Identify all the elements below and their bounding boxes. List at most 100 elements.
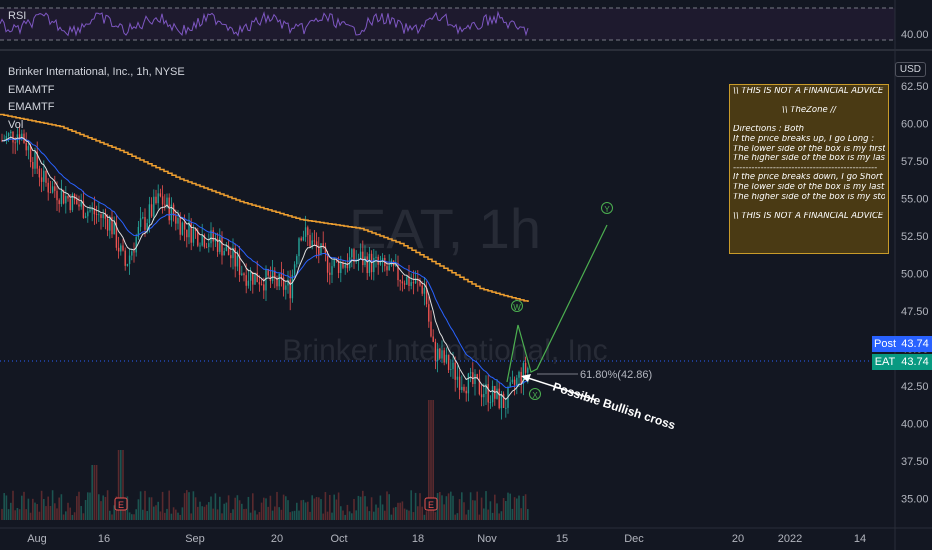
candle-body <box>291 274 294 299</box>
candle-body <box>113 222 115 235</box>
candle-body <box>49 192 52 194</box>
note-line <box>733 116 885 126</box>
indicator-volume[interactable]: Vol <box>8 119 23 131</box>
volume-bar <box>476 491 478 520</box>
chart-canvas[interactable]: EAT, 1h Brinker International, Inc 61.80… <box>0 0 932 550</box>
volume-bar <box>491 512 494 520</box>
volume-bar <box>84 499 87 520</box>
volume-bar <box>289 512 291 520</box>
candle-body <box>249 271 252 281</box>
candle-body <box>469 372 472 374</box>
price-axis[interactable]: 62.5060.0057.5055.0052.5050.0047.5045.00… <box>901 81 929 506</box>
volume-bar <box>522 495 525 520</box>
volume-bar <box>109 510 111 520</box>
note-line: \\ THIS IS NOT A FINANCIAL ADVICE // <box>733 211 885 221</box>
volume-bar <box>302 499 305 520</box>
trade-note[interactable]: \\ THIS IS NOT A FINANCIAL ADVICE // \\ … <box>729 84 889 254</box>
note-line: ----------------------------------------… <box>733 163 878 173</box>
post-price-tag: Post 43.74 <box>872 336 932 352</box>
candle-body <box>271 270 274 282</box>
volume-bar <box>267 506 269 520</box>
time-axis-label: 2022 <box>778 533 802 545</box>
candle-body <box>155 196 157 204</box>
volume-bar <box>408 510 410 520</box>
candle-body <box>467 373 470 394</box>
volume-bar <box>161 491 164 520</box>
volume-bar <box>234 497 236 520</box>
candle-body <box>124 250 126 266</box>
volume-bar <box>399 502 401 520</box>
currency-button[interactable]: USD <box>894 62 926 77</box>
note-line: \\ THIS IS NOT A FINANCIAL ADVICE // <box>733 87 885 96</box>
candle-body <box>313 240 316 242</box>
candle-body <box>205 246 208 248</box>
candle-body <box>458 376 461 390</box>
candle-body <box>192 228 195 243</box>
volume-bar <box>137 499 140 520</box>
volume-bar <box>359 496 362 520</box>
volume-bar <box>335 499 338 520</box>
candle-body <box>344 264 346 268</box>
volume-bar <box>102 495 104 520</box>
indicator-ema-1[interactable]: EMAMTF <box>8 84 54 96</box>
volume-bar <box>32 498 34 520</box>
candle-body <box>254 272 256 285</box>
candle-body <box>54 186 56 191</box>
candle-body <box>304 227 307 237</box>
candle-body <box>131 251 133 256</box>
candle-body <box>511 379 514 383</box>
rsi-label[interactable]: RSI <box>8 10 26 22</box>
indicator-ema-2[interactable]: EMAMTF <box>8 101 54 113</box>
candle-body <box>296 256 298 265</box>
candle-body <box>260 284 263 286</box>
volume-bar <box>98 494 100 520</box>
candle-body <box>410 282 412 286</box>
post-tag-label: Post <box>872 336 898 352</box>
symbol-title[interactable]: Brinker International, Inc., 1h, NYSE <box>8 66 185 78</box>
volume-bar <box>95 465 98 520</box>
note-line: The higher side of the box is my last en… <box>733 154 885 164</box>
candle-body <box>285 285 287 290</box>
volume-bar <box>381 504 384 520</box>
candle-body <box>461 386 463 390</box>
volume-bar <box>421 506 423 520</box>
volume-bar <box>47 496 49 520</box>
earnings-marker[interactable]: E <box>424 497 438 511</box>
volume-bar <box>362 490 364 520</box>
candle-body <box>278 273 280 287</box>
candle-body <box>450 369 452 370</box>
volume-bar <box>56 508 58 520</box>
volume-bar <box>417 506 419 520</box>
volume-bar <box>245 508 247 520</box>
volume-bar <box>456 513 459 520</box>
candle-body <box>346 264 349 269</box>
price-axis-label: 62.50 <box>901 81 929 93</box>
candle-body <box>518 371 520 378</box>
candle-body <box>298 238 300 257</box>
volume-bar <box>390 514 393 520</box>
candle-body <box>375 256 377 258</box>
time-axis-label: 14 <box>854 533 866 545</box>
volume-bar <box>342 510 344 520</box>
candle-body <box>480 394 483 398</box>
candle-body <box>447 354 450 370</box>
volume-bar <box>333 494 335 520</box>
volume-bar <box>412 512 415 520</box>
volume-bar <box>458 499 461 520</box>
earnings-marker[interactable]: E <box>114 497 128 511</box>
volume-bar <box>500 511 503 520</box>
volume-bar <box>256 514 258 520</box>
volume-bar <box>280 509 283 520</box>
time-axis[interactable]: Aug 16 Sep 20 Oct 18 Nov 15 Dec 20 2022 14 <box>27 533 866 545</box>
candle-body <box>80 201 82 207</box>
candle-body <box>126 264 129 266</box>
volume-bar <box>296 502 298 520</box>
fib-label: 61.80%(42.86) <box>580 369 652 381</box>
volume-bar <box>186 490 188 520</box>
price-axis-label: 50.00 <box>901 269 929 281</box>
volume-bar <box>520 508 522 520</box>
volume-bar <box>461 492 463 520</box>
time-axis-label: 15 <box>556 533 568 545</box>
volume-bar <box>524 494 527 520</box>
volume-bar <box>478 514 481 520</box>
